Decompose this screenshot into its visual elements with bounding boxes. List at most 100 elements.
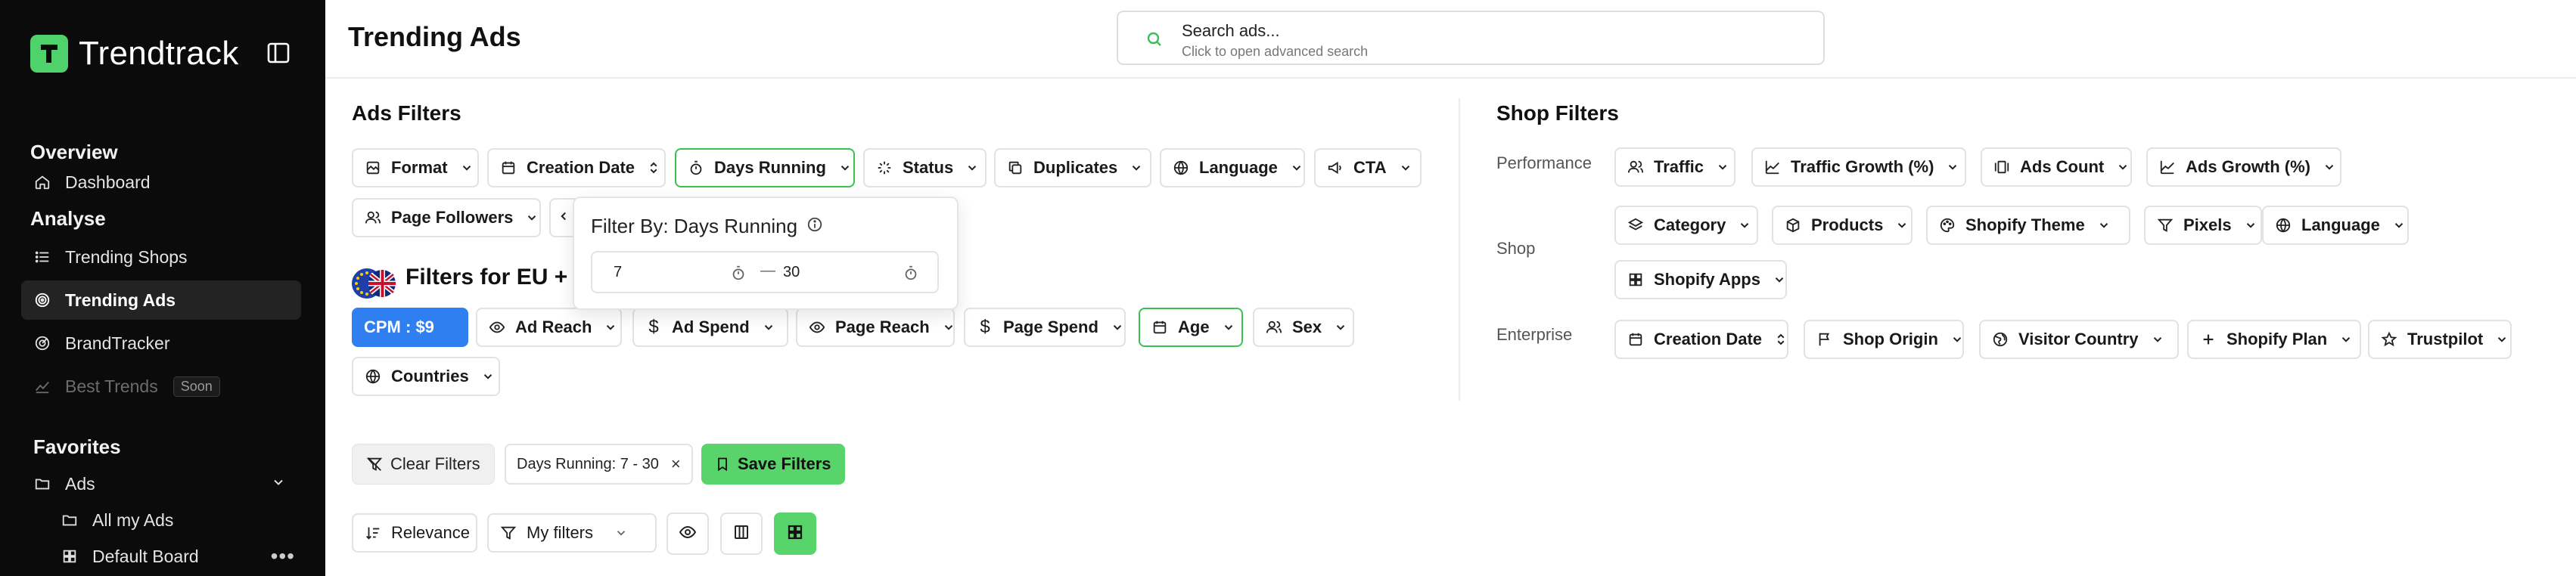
grid-icon	[1627, 271, 1645, 289]
users-icon	[1627, 158, 1645, 176]
eu-uk-flag-icon	[351, 268, 396, 299]
sort-icon	[1774, 333, 1788, 346]
more-options-icon[interactable]: •••	[271, 544, 295, 568]
sidebar-item-ads[interactable]: Ads	[21, 464, 301, 503]
ads-filters-title: Ads Filters	[352, 101, 461, 125]
products-filter[interactable]: Products	[1772, 206, 1913, 245]
chevron-down-icon	[614, 526, 628, 540]
ads-count-filter[interactable]: Ads Count	[1981, 147, 2132, 187]
cta-filter[interactable]: CTA	[1314, 148, 1422, 187]
sidebar-toggle-icon[interactable]	[266, 41, 291, 65]
ads-growth-filter[interactable]: Ads Growth (%)	[2146, 147, 2341, 187]
sex-filter[interactable]: Sex	[1253, 308, 1354, 347]
line-chart-icon	[2158, 158, 2177, 176]
chevron-down-icon	[2244, 218, 2257, 232]
stopwatch-icon	[687, 159, 705, 177]
columns-icon	[732, 523, 750, 545]
chevron-down-icon	[1773, 273, 1786, 286]
traffic-filter[interactable]: Traffic	[1614, 147, 1735, 187]
format-filter[interactable]: Format	[352, 148, 479, 187]
sidebar-item-trending-shops[interactable]: Trending Shops	[21, 237, 301, 277]
preview-toggle-button[interactable]	[667, 513, 709, 555]
shopify-theme-filter[interactable]: Shopify Theme	[1926, 206, 2130, 245]
trustpilot-filter[interactable]: Trustpilot	[2368, 320, 2512, 359]
list-icon	[33, 248, 51, 266]
sidebar-item-best-trends[interactable]: Best Trends Soon	[21, 367, 301, 406]
popover-title: Filter By: Days Running	[591, 215, 823, 238]
shop-language-filter[interactable]: Language	[2262, 206, 2409, 245]
sidebar-item-label: All my Ads	[92, 509, 174, 530]
chevron-down-icon	[965, 161, 979, 175]
page-followers-filter[interactable]: Page Followers	[352, 198, 541, 237]
cpm-filter[interactable]: CPM : $9	[352, 308, 468, 347]
line-chart-icon	[1763, 158, 1782, 176]
sidebar-item-all-my-ads[interactable]: All my Ads	[48, 500, 301, 540]
globe-icon	[1991, 330, 2009, 348]
search-icon	[1145, 30, 1164, 52]
visitor-country-filter[interactable]: Visitor Country	[1979, 320, 2179, 359]
days-running-filter[interactable]: Days Running	[675, 148, 855, 187]
star-icon	[2380, 330, 2398, 348]
chevron-down-icon	[942, 321, 956, 334]
chevron-down-icon	[2097, 218, 2111, 232]
eu-filters-title: Filters for EU + U	[406, 265, 591, 290]
clear-filters-button[interactable]: Clear Filters	[352, 444, 495, 485]
status-filter[interactable]: Status	[863, 148, 987, 187]
brand[interactable]: Trendtrack	[30, 33, 239, 74]
search-hint: Click to open advanced search	[1182, 44, 1369, 59]
age-filter[interactable]: Age	[1139, 308, 1243, 347]
loader-icon	[875, 159, 893, 177]
eye-icon	[808, 318, 826, 336]
ad-spend-filter[interactable]: $ Ad Spend	[632, 308, 788, 347]
days-max-input[interactable]: 30	[783, 264, 800, 281]
calendar-icon	[499, 159, 517, 177]
relevance-sort-button[interactable]: Relevance	[352, 513, 477, 553]
ad-reach-filter[interactable]: Ad Reach	[476, 308, 622, 347]
palette-icon	[1938, 216, 1956, 234]
flag-icon	[1816, 330, 1834, 348]
duplicates-filter[interactable]: Duplicates	[994, 148, 1151, 187]
search-placeholder: Search ads...	[1182, 21, 1280, 40]
page-reach-filter[interactable]: Page Reach	[796, 308, 955, 347]
save-filters-button[interactable]: Save Filters	[701, 444, 845, 485]
sidebar-item-trending-ads[interactable]: Trending Ads	[21, 280, 301, 320]
info-icon[interactable]	[806, 215, 823, 238]
sidebar-item-label: BrandTracker	[65, 333, 170, 353]
chevron-down-icon	[2339, 333, 2353, 346]
shopify-plan-filter[interactable]: Shopify Plan	[2187, 320, 2361, 359]
shop-filters-title: Shop Filters	[1496, 101, 1619, 125]
eye-icon	[488, 318, 506, 336]
my-filters-dropdown[interactable]: My filters	[487, 513, 657, 553]
sidebar-item-brandtracker[interactable]: BrandTracker	[21, 324, 301, 363]
analyse-heading: Analyse	[30, 207, 106, 230]
users-icon	[364, 209, 382, 227]
calendar-icon	[1627, 330, 1645, 348]
shop-label: Shop	[1496, 239, 1536, 258]
close-icon[interactable]: ×	[671, 454, 681, 474]
language-filter[interactable]: Language	[1160, 148, 1305, 187]
shopify-apps-filter[interactable]: Shopify Apps	[1614, 260, 1787, 299]
shop-creation-date-filter[interactable]: Creation Date	[1614, 320, 1788, 359]
target-icon	[33, 291, 51, 309]
creation-date-filter[interactable]: Creation Date	[487, 148, 666, 187]
radar-icon	[33, 334, 51, 352]
sidebar-item-dashboard[interactable]: Dashboard	[21, 163, 301, 202]
trendtrack-logo-icon	[30, 35, 68, 73]
days-min-input[interactable]: 7	[614, 264, 622, 281]
grid-view-button[interactable]	[774, 513, 816, 555]
shop-origin-filter[interactable]: Shop Origin	[1804, 320, 1964, 359]
page-spend-filter[interactable]: $ Page Spend	[964, 308, 1126, 347]
category-filter[interactable]: Category	[1614, 206, 1758, 245]
sidebar-item-label: Ads	[65, 473, 95, 494]
search-input[interactable]: Search ads... Click to open advanced sea…	[1117, 11, 1825, 65]
bookmark-icon	[715, 456, 730, 472]
pixels-filter[interactable]: Pixels	[2144, 206, 2262, 245]
chevron-down-icon[interactable]	[271, 474, 286, 494]
countries-filter[interactable]: Countries	[352, 357, 500, 396]
globe-icon	[2274, 216, 2292, 234]
traffic-growth-filter[interactable]: Traffic Growth (%)	[1751, 147, 1966, 187]
chevron-down-icon	[2151, 333, 2164, 346]
columns-view-button[interactable]	[720, 513, 763, 555]
sidebar-item-default-board[interactable]: Default Board •••	[48, 537, 301, 576]
active-filter-tag: Days Running: 7 - 30 ×	[505, 444, 693, 485]
